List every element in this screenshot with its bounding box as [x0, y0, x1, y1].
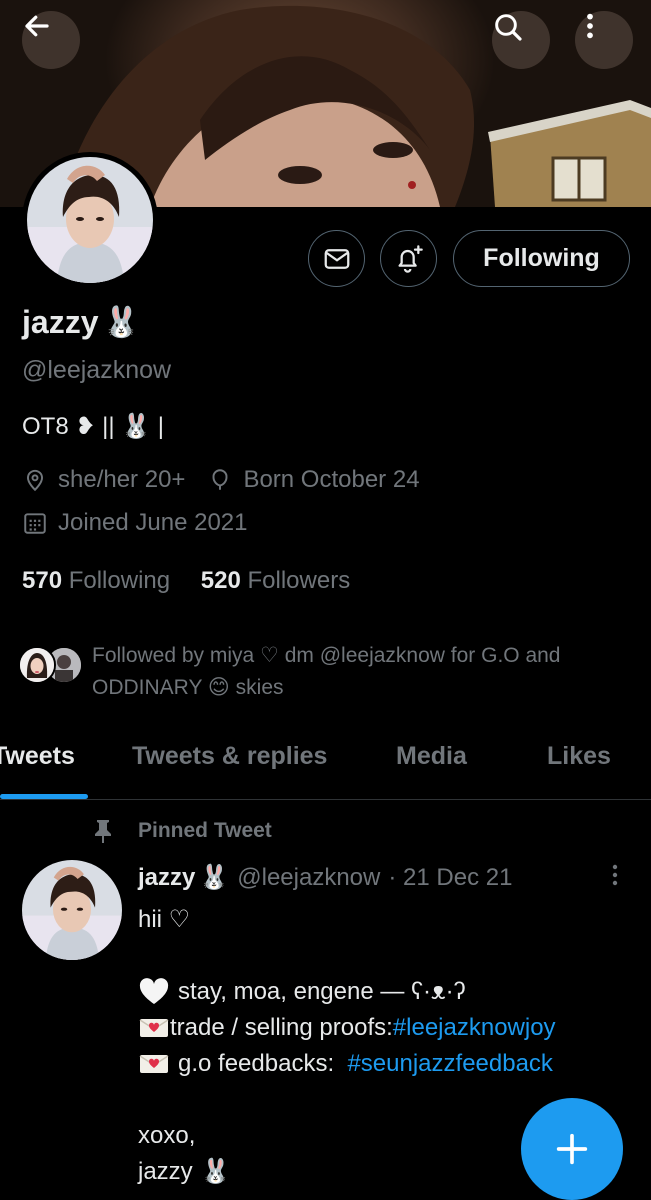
bell-plus-icon	[398, 244, 423, 273]
love-letter-icon	[139, 1055, 169, 1073]
search-button[interactable]	[492, 11, 550, 69]
tweet-header: jazzy 🐰 @leejazknow · 21 Dec 21	[138, 863, 512, 892]
display-name: jazzy	[22, 304, 99, 340]
tweet-line-text: stay, moa, engene — ʕ·ᴥ·ʔ	[178, 978, 466, 1005]
hashtag-link[interactable]: #leejazknowjoy	[393, 1010, 556, 1046]
pinned-label-row: Pinned Tweet	[92, 818, 272, 844]
pinned-label: Pinned Tweet	[138, 819, 272, 842]
profile-joined: Joined June 2021	[58, 509, 248, 536]
profile-meta-row: she/her 20+ Born October 24	[22, 466, 420, 494]
tweet-avatar-photo	[22, 860, 122, 960]
profile-birthday: Born October 24	[243, 466, 420, 493]
tweet-author-avatar[interactable]	[22, 860, 122, 960]
profile-location: she/her 20+	[58, 466, 186, 493]
tweet-more-button[interactable]	[604, 862, 626, 895]
tweet-author-name[interactable]: jazzy	[138, 864, 195, 892]
followed-by-text[interactable]: Followed by miya ♡ dm @leejazknow for G.…	[92, 640, 632, 704]
profile-bio: OT8 ❥ || 🐰 |	[22, 413, 165, 440]
tweet-line-text: trade / selling proofs:	[170, 1014, 393, 1041]
tweet-line: hii ♡	[138, 906, 191, 933]
tab-tweets-replies[interactable]: Tweets & replies	[132, 742, 327, 771]
following-count: 570	[22, 567, 63, 594]
more-vertical-icon	[587, 13, 593, 39]
profile-avatar[interactable]	[22, 152, 158, 288]
profile-tabs: Tweets Tweets & replies Media Likes	[0, 730, 651, 800]
name-emoji: 🐰	[102, 306, 140, 339]
tweet-line: g.o feedbacks: #seunjazzfeedback	[138, 1046, 638, 1082]
tab-media[interactable]: Media	[396, 742, 467, 771]
followers-count: 520	[200, 567, 241, 594]
hashtag-link[interactable]: #seunjazzfeedback	[347, 1046, 552, 1082]
followers-label: Followers	[247, 567, 351, 594]
tweet-line-text: jazzy	[138, 1158, 193, 1185]
mutual-avatar-1	[18, 646, 56, 684]
tweet-line: stay, moa, engene — ʕ·ᴥ·ʔ	[138, 974, 638, 1010]
following-link[interactable]: 570 Following	[22, 567, 177, 594]
envelope-icon	[324, 248, 349, 269]
active-tab-indicator	[0, 794, 88, 799]
plus-icon	[556, 1133, 588, 1165]
profile-stats: 570 Following 520 Followers	[22, 567, 350, 595]
tweet-line: trade / selling proofs: #leejazknowjoy	[138, 1010, 638, 1046]
search-icon	[495, 14, 522, 41]
tab-likes[interactable]: Likes	[547, 742, 611, 771]
tweet-author-handle[interactable]: @leejazknow	[237, 864, 380, 892]
tweet-line-emoji: 🐰	[200, 1158, 231, 1185]
more-options-button[interactable]	[575, 11, 633, 69]
notifications-button[interactable]	[380, 230, 437, 287]
tweet-date[interactable]: · 21 Dec 21	[388, 864, 512, 892]
location-pin-icon	[26, 469, 44, 492]
tab-tweets[interactable]: Tweets	[0, 742, 75, 771]
profile-joined-row: Joined June 2021	[22, 509, 248, 537]
avatar-photo	[27, 157, 153, 283]
love-letter-icon	[139, 1019, 169, 1037]
profile-handle: @leejazknow	[22, 356, 172, 384]
compose-tweet-button[interactable]	[521, 1098, 623, 1200]
arrow-left-icon	[25, 15, 49, 37]
following-label: Following	[68, 567, 171, 594]
tweet-line-text: g.o feedbacks:	[178, 1050, 348, 1077]
followers-link[interactable]: 520 Followers	[201, 567, 350, 594]
white-heart-icon	[139, 978, 169, 1004]
profile-name: jazzy 🐰	[22, 304, 140, 341]
tweet-author-emoji: 🐰	[199, 864, 230, 891]
pin-icon	[95, 820, 111, 843]
more-vertical-icon	[612, 864, 618, 886]
calendar-icon	[24, 513, 46, 534]
following-button[interactable]: Following	[453, 230, 630, 287]
message-button[interactable]	[308, 230, 365, 287]
balloon-icon	[212, 469, 228, 490]
back-button[interactable]	[22, 11, 80, 69]
